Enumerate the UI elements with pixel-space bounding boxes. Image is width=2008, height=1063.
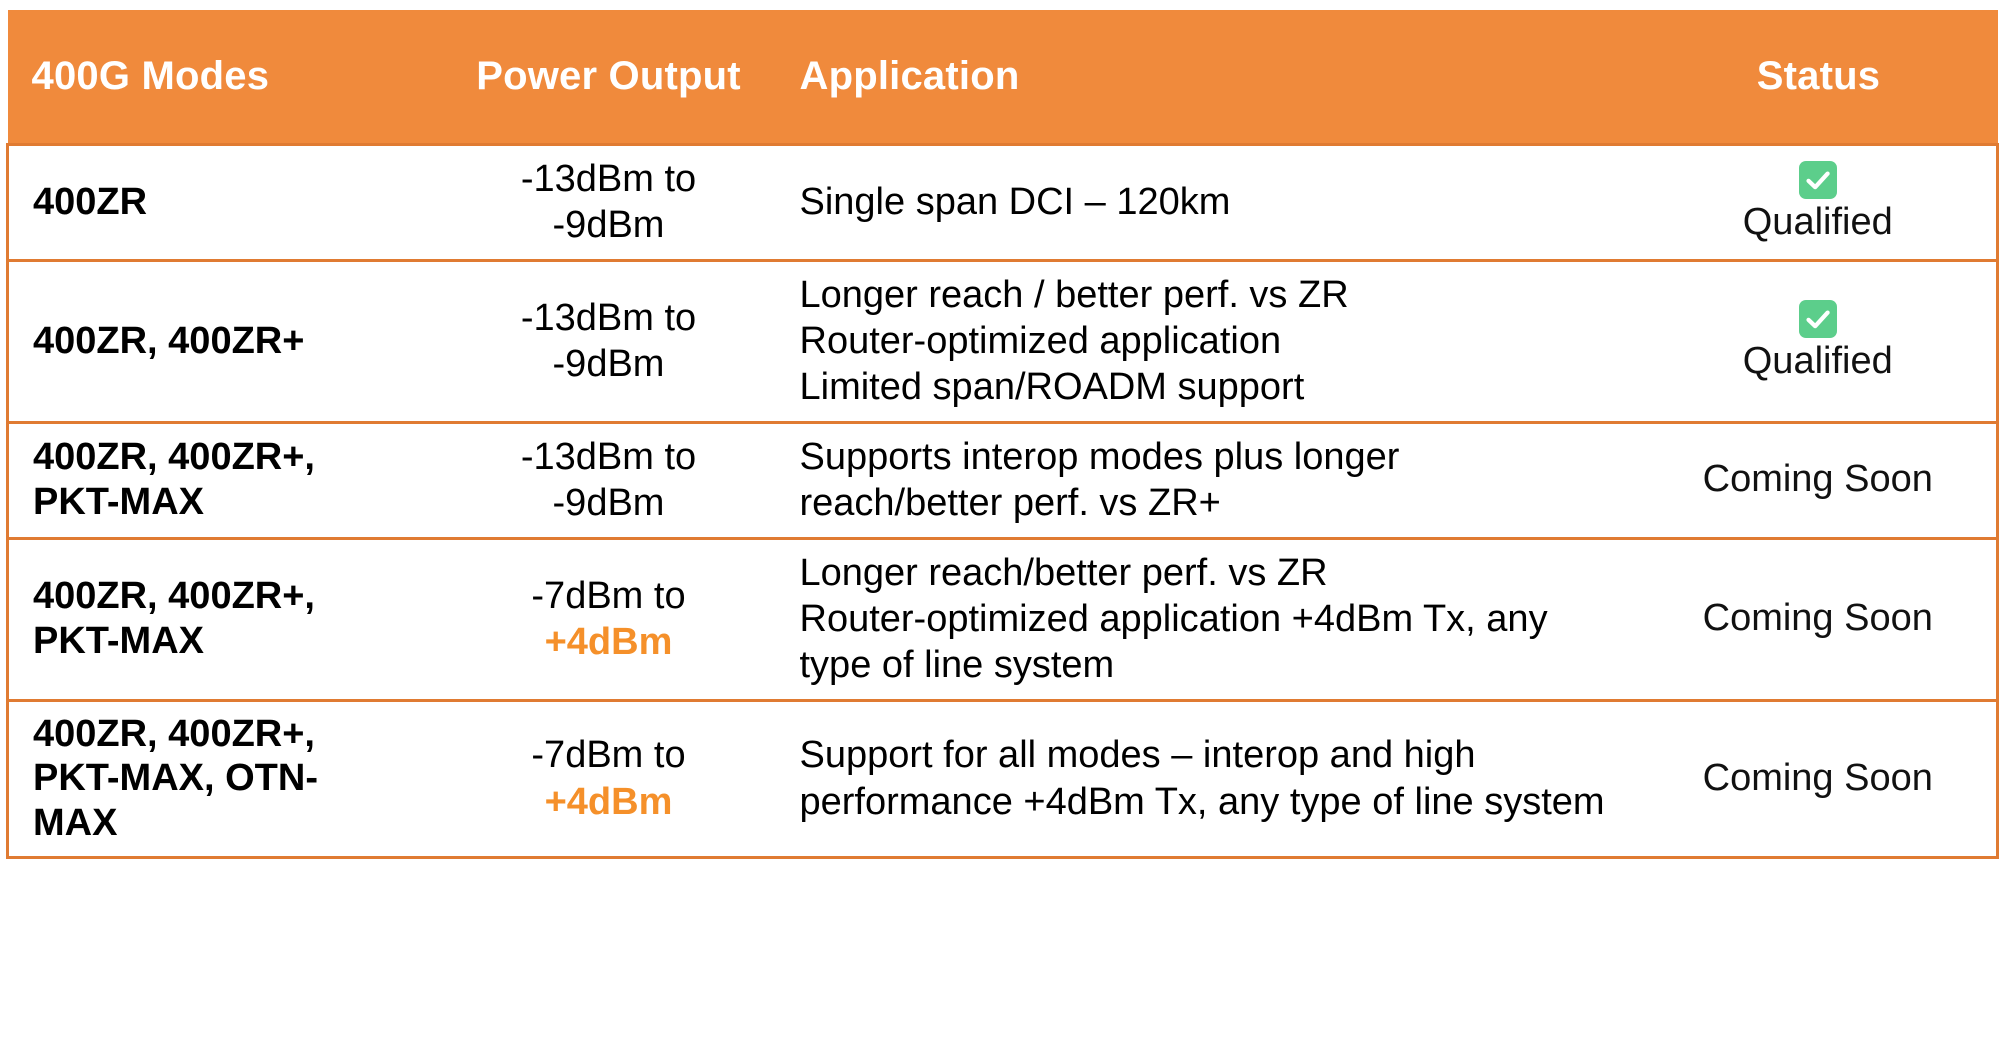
power-line: -13dBm to: [520, 435, 697, 478]
cell-modes: 400ZR, 400ZR+: [6, 258, 440, 424]
application-line: Longer reach / better perf. vs ZR: [799, 273, 1349, 316]
power-line: -13dBm to: [520, 158, 697, 200]
power-line: -7dBm to: [531, 574, 686, 617]
status-label: Coming Soon: [1702, 597, 1933, 640]
table-row: 400ZR, 400ZR+, PKT-MAX -7dBm to +4dBm Longer…: [6, 536, 1999, 702]
power-line: -9dBm: [552, 343, 665, 386]
application-line: Longer reach/better perf. vs ZR: [799, 551, 1328, 594]
modes-line: 400ZR: [33, 180, 148, 223]
cell-application: Longer reach/better perf. vs ZR Router-op…: [777, 536, 1640, 702]
table-body: 400ZR -13dBm to -9dBm Single span DCI – 120…: [6, 143, 1999, 860]
column-header-status: Status: [1756, 54, 1881, 98]
cell-application: Supports interop modes plus longer reach/…: [777, 420, 1640, 540]
cell-application: Support for all modes – interop and high…: [777, 698, 1640, 860]
power-line: -9dBm: [552, 482, 665, 525]
modes-comparison-table: 400G Modes Power Output Application Stat…: [6, 10, 1999, 860]
application-line: Support for all modes – interop and high: [799, 734, 1476, 777]
power-line: -9dBm: [552, 204, 665, 247]
cell-status: Coming Soon: [1639, 420, 1999, 540]
power-highlight-value: +4dBm: [544, 621, 673, 664]
application-line: Single span DCI – 120km: [799, 181, 1231, 224]
application-line: Supports interop modes plus longer: [799, 435, 1400, 478]
status-label: Coming Soon: [1702, 458, 1933, 501]
cell-status: Coming Soon: [1639, 536, 1999, 702]
modes-line: 400ZR, 400ZR+,: [33, 436, 315, 479]
status-label: Coming Soon: [1702, 756, 1933, 799]
cell-power-output: -7dBm to +4dBm: [439, 698, 778, 860]
modes-comparison-table-container: 400G Modes Power Output Application Stat…: [6, 10, 1999, 1053]
column-header-power-output: Power Output: [476, 54, 741, 98]
modes-line: 400ZR, 400ZR+,: [33, 575, 315, 618]
table-header: 400G Modes Power Output Application Stat…: [7, 10, 1998, 145]
modes-line: MAX: [33, 802, 118, 845]
application-line: Router-optimized application +4dBm Tx, a…: [799, 597, 1548, 640]
application-line: performance +4dBm Tx, any type of line s…: [799, 780, 1605, 823]
cell-power-output: -7dBm to +4dBm: [439, 536, 778, 702]
modes-line: PKT-MAX, OTN-: [33, 757, 318, 800]
status-label: Qualified: [1742, 201, 1893, 244]
application-line: Router-optimized application: [799, 320, 1282, 363]
cell-application: Longer reach / better perf. vs ZR Router-…: [777, 258, 1640, 424]
table-row: 400ZR -13dBm to -9dBm Single span DCI – 120…: [6, 143, 1999, 262]
cell-modes: 400ZR, 400ZR+, PKT-MAX, OTN- MAX: [6, 698, 440, 860]
cell-power-output: -13dBm to -9dBm: [439, 143, 778, 262]
modes-line: PKT-MAX: [33, 481, 204, 524]
modes-line: PKT-MAX: [33, 620, 204, 663]
cell-modes: 400ZR, 400ZR+, PKT-MAX: [6, 420, 440, 540]
cell-power-output: -13dBm to -9dBm: [439, 420, 778, 540]
check-mark-button-icon: [1798, 160, 1838, 200]
table-row: 400ZR, 400ZR+, PKT-MAX -13dBm to -9dBm Suppo…: [6, 420, 1999, 540]
modes-line: 400ZR, 400ZR+: [33, 319, 305, 362]
column-header-modes: 400G Modes: [31, 54, 270, 98]
power-line: -13dBm to: [520, 296, 697, 339]
cell-status: Qualified: [1639, 143, 1999, 262]
cell-modes: 400ZR: [6, 143, 440, 262]
cell-status: Coming Soon: [1639, 698, 1999, 860]
power-highlight-value: +4dBm: [544, 780, 673, 823]
table-row: 400ZR, 400ZR+, PKT-MAX, OTN- MAX -7dBm to +4…: [6, 698, 1999, 860]
cell-modes: 400ZR, 400ZR+, PKT-MAX: [6, 536, 440, 702]
application-line: reach/better perf. vs ZR+: [799, 482, 1221, 525]
column-header-application: Application: [799, 54, 1020, 98]
check-mark-button-icon: [1798, 299, 1838, 339]
table-header-row: 400G Modes Power Output Application Stat…: [7, 10, 1998, 145]
status-label: Qualified: [1742, 340, 1893, 383]
table-row: 400ZR, 400ZR+ -13dBm to -9dBm Longer reach …: [6, 258, 1999, 424]
modes-line: 400ZR, 400ZR+,: [33, 712, 315, 755]
application-line: Limited span/ROADM support: [799, 366, 1305, 409]
application-line: type of line system: [799, 644, 1115, 687]
cell-application: Single span DCI – 120km: [777, 143, 1640, 262]
cell-status: Qualified: [1639, 258, 1999, 424]
power-line: -7dBm to: [531, 734, 686, 777]
cell-power-output: -13dBm to -9dBm: [439, 258, 778, 424]
